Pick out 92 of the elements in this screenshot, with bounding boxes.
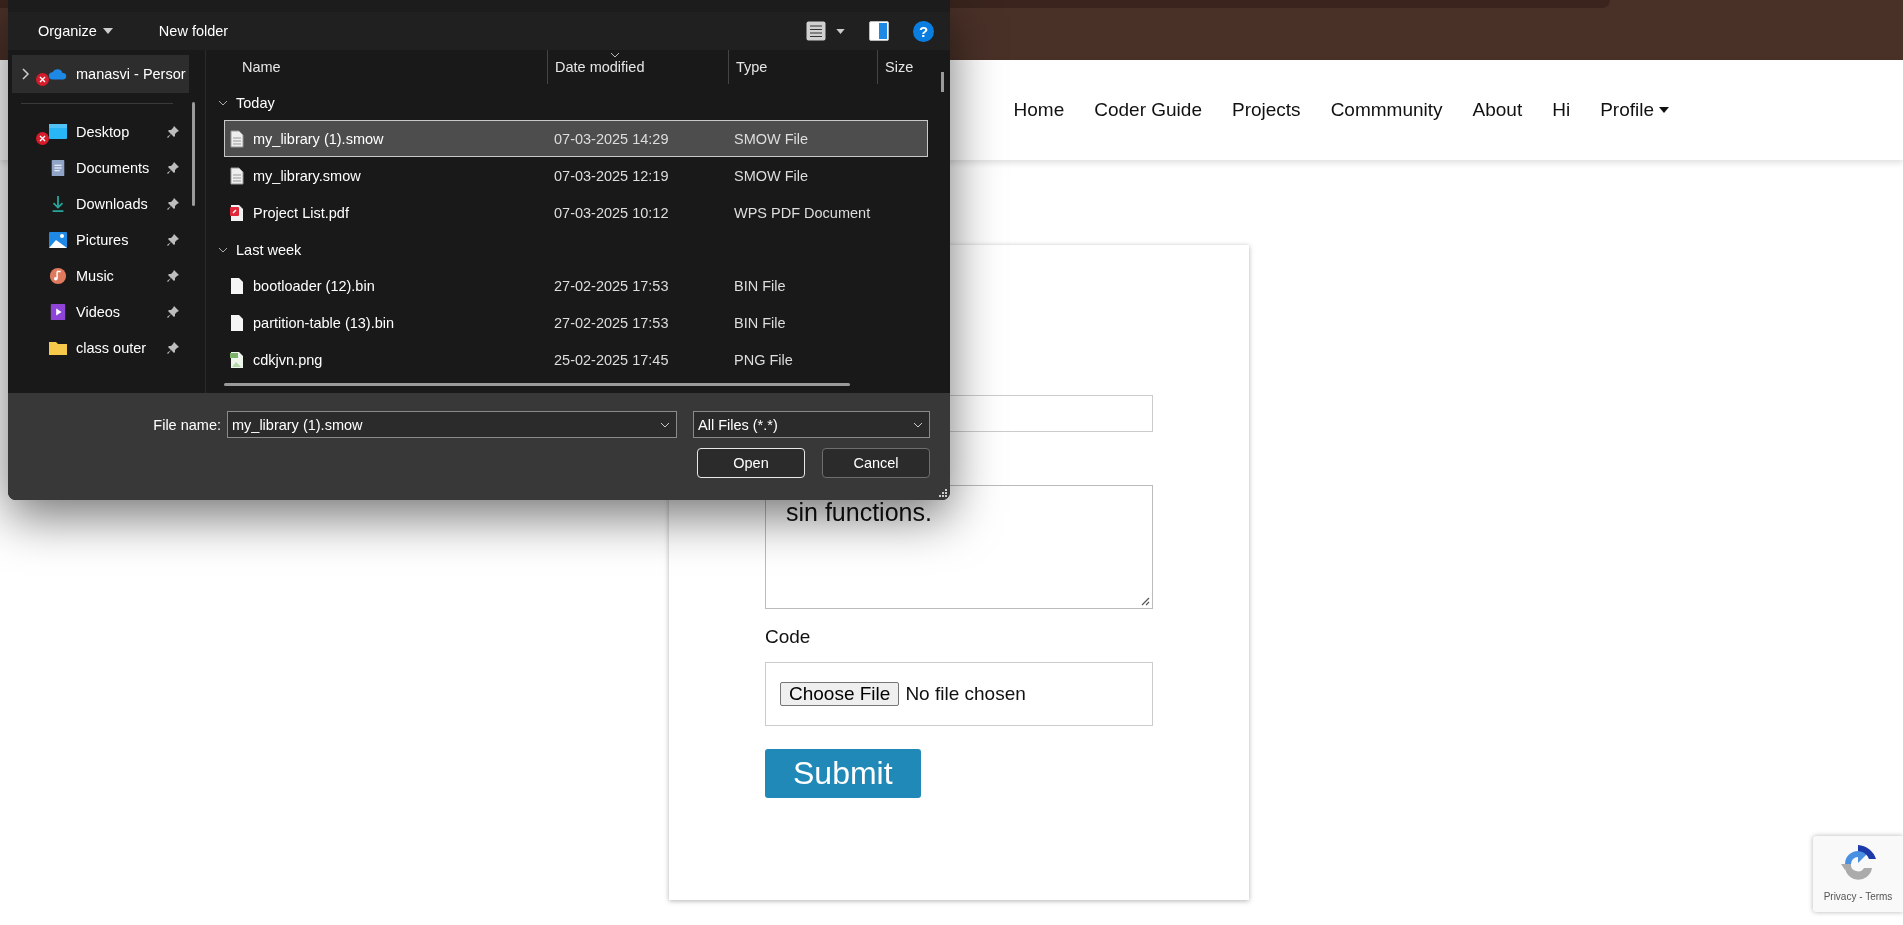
navigation-label: Downloads xyxy=(76,196,148,212)
file-name: bootloader (12).bin xyxy=(253,277,375,294)
file-type: WPS PDF Document xyxy=(734,204,871,221)
file-row[interactable]: Project List.pdf 07-03-2025 10:12 WPS PDF Document xyxy=(224,194,928,231)
group-label: Today xyxy=(236,95,275,111)
file-name: my_library.smow xyxy=(253,167,361,184)
group-header[interactable]: Last week xyxy=(206,233,950,267)
chevron-down-icon xyxy=(913,421,923,428)
file-icon xyxy=(230,276,244,295)
navigation-item[interactable]: Music xyxy=(12,258,184,294)
resize-grip-icon[interactable] xyxy=(938,488,947,497)
file-row[interactable]: cdkjvn.png 25-02-2025 17:45 PNG File xyxy=(224,341,928,378)
column-header[interactable]: Date modified xyxy=(547,50,728,84)
navigation-label: Videos xyxy=(76,304,121,320)
music-icon xyxy=(48,267,68,285)
open-button[interactable]: Open xyxy=(697,448,805,478)
nav-link[interactable]: Hi xyxy=(1552,99,1571,121)
choose-file-button[interactable]: Choose File xyxy=(780,682,900,706)
file-name: Project List.pdf xyxy=(253,204,349,221)
scrollbar[interactable] xyxy=(224,383,850,386)
chevron-down-icon xyxy=(660,421,670,428)
nav-link[interactable]: Coder Guide xyxy=(1094,99,1202,121)
file-type: PNG File xyxy=(734,351,793,368)
nav-link[interactable]: About xyxy=(1472,99,1523,121)
group-header[interactable]: Today xyxy=(206,86,950,120)
file-type: SMOW File xyxy=(734,167,809,184)
resize-grip-icon xyxy=(1141,597,1150,606)
videos-icon xyxy=(48,303,68,321)
group-label: Last week xyxy=(236,242,302,258)
navigation-label: Music xyxy=(76,268,114,284)
list-view-icon[interactable] xyxy=(806,21,826,41)
navigation-item[interactable]: manasvi - Persor xyxy=(12,55,189,93)
navigation-label: manasvi - Persor xyxy=(76,66,186,82)
file-date: 25-02-2025 17:45 xyxy=(554,351,670,368)
file-date: 07-03-2025 12:19 xyxy=(554,167,670,184)
nav-link[interactable]: Home xyxy=(1013,99,1065,121)
desktop-icon xyxy=(48,123,68,141)
file-date: 07-03-2025 14:29 xyxy=(554,130,670,147)
file-date: 27-02-2025 17:53 xyxy=(554,277,670,294)
file-type: SMOW File xyxy=(734,130,809,147)
new-folder-button[interactable]: New folder xyxy=(150,16,237,46)
navigation-label: class outer xyxy=(76,340,147,356)
image-file-icon xyxy=(230,350,244,369)
file-date: 07-03-2025 10:12 xyxy=(554,204,670,221)
pdf-file-icon xyxy=(230,203,244,222)
file-type: BIN File xyxy=(734,277,786,294)
file-name-label: File name: xyxy=(153,416,221,433)
navigation-item[interactable]: Documents xyxy=(12,150,184,186)
pictures-icon xyxy=(48,231,68,249)
cancel-button[interactable]: Cancel xyxy=(822,448,930,478)
profile-dropdown[interactable]: Profile xyxy=(1600,99,1669,121)
recaptcha-links[interactable]: Privacy - Terms xyxy=(1823,891,1893,902)
file-row[interactable]: my_library.smow 07-03-2025 12:19 SMOW File xyxy=(224,157,928,194)
column-header[interactable]: Size xyxy=(877,50,937,84)
caret-icon xyxy=(102,28,113,34)
column-header[interactable]: Name xyxy=(206,50,547,84)
file-name: partition-table (13).bin xyxy=(253,314,395,331)
navigation-item[interactable]: Downloads xyxy=(12,186,184,222)
file-icon xyxy=(230,313,244,332)
file-row[interactable]: bootloader (12).bin 27-02-2025 17:53 BIN File xyxy=(224,267,928,304)
file-icon xyxy=(230,166,244,185)
navigation-item[interactable]: Pictures xyxy=(12,222,184,258)
file-row[interactable]: my_library (1).smow 07-03-2025 14:29 SMOW File xyxy=(224,120,928,157)
navigation-item[interactable]: class outer xyxy=(12,330,184,366)
file-row[interactable]: partition-table (13).bin 27-02-2025 17:53 BIN File xyxy=(224,304,928,341)
navigation-label: Documents xyxy=(76,160,150,176)
folder-icon xyxy=(48,339,68,357)
file-name: cdkjvn.png xyxy=(253,351,323,368)
scrollbar[interactable] xyxy=(192,102,195,206)
column-header[interactable]: Type xyxy=(728,50,877,84)
nav-link[interactable]: Projects xyxy=(1232,99,1301,121)
file-date: 27-02-2025 17:53 xyxy=(554,314,670,331)
help-button[interactable]: ? xyxy=(913,20,934,42)
submit-button[interactable]: Submit xyxy=(765,749,921,798)
file-input-field[interactable]: Choose File No file chosen xyxy=(765,662,1153,726)
chevron-right-icon[interactable] xyxy=(22,68,30,80)
file-type: BIN File xyxy=(734,314,786,331)
navigation-label: Desktop xyxy=(76,124,130,140)
organize-menu[interactable]: Organize xyxy=(30,16,121,46)
caret-icon[interactable] xyxy=(836,28,845,34)
field-label: Code xyxy=(765,626,811,648)
scrollbar[interactable] xyxy=(941,72,944,92)
file-name-field[interactable]: my_library (1).smow xyxy=(227,411,677,438)
preview-pane-icon[interactable] xyxy=(869,21,889,41)
navigation-item[interactable]: Videos xyxy=(12,294,184,330)
navigation-label: Pictures xyxy=(76,232,129,248)
nav-link[interactable]: Commmunity xyxy=(1330,99,1443,121)
file-icon xyxy=(230,129,244,148)
navigation-item[interactable]: Desktop xyxy=(12,114,184,150)
file-status-text: No file chosen xyxy=(905,683,1026,705)
file-name: my_library (1).smow xyxy=(253,130,384,147)
file-type-dropdown[interactable]: All Files (*.*) xyxy=(693,411,930,438)
